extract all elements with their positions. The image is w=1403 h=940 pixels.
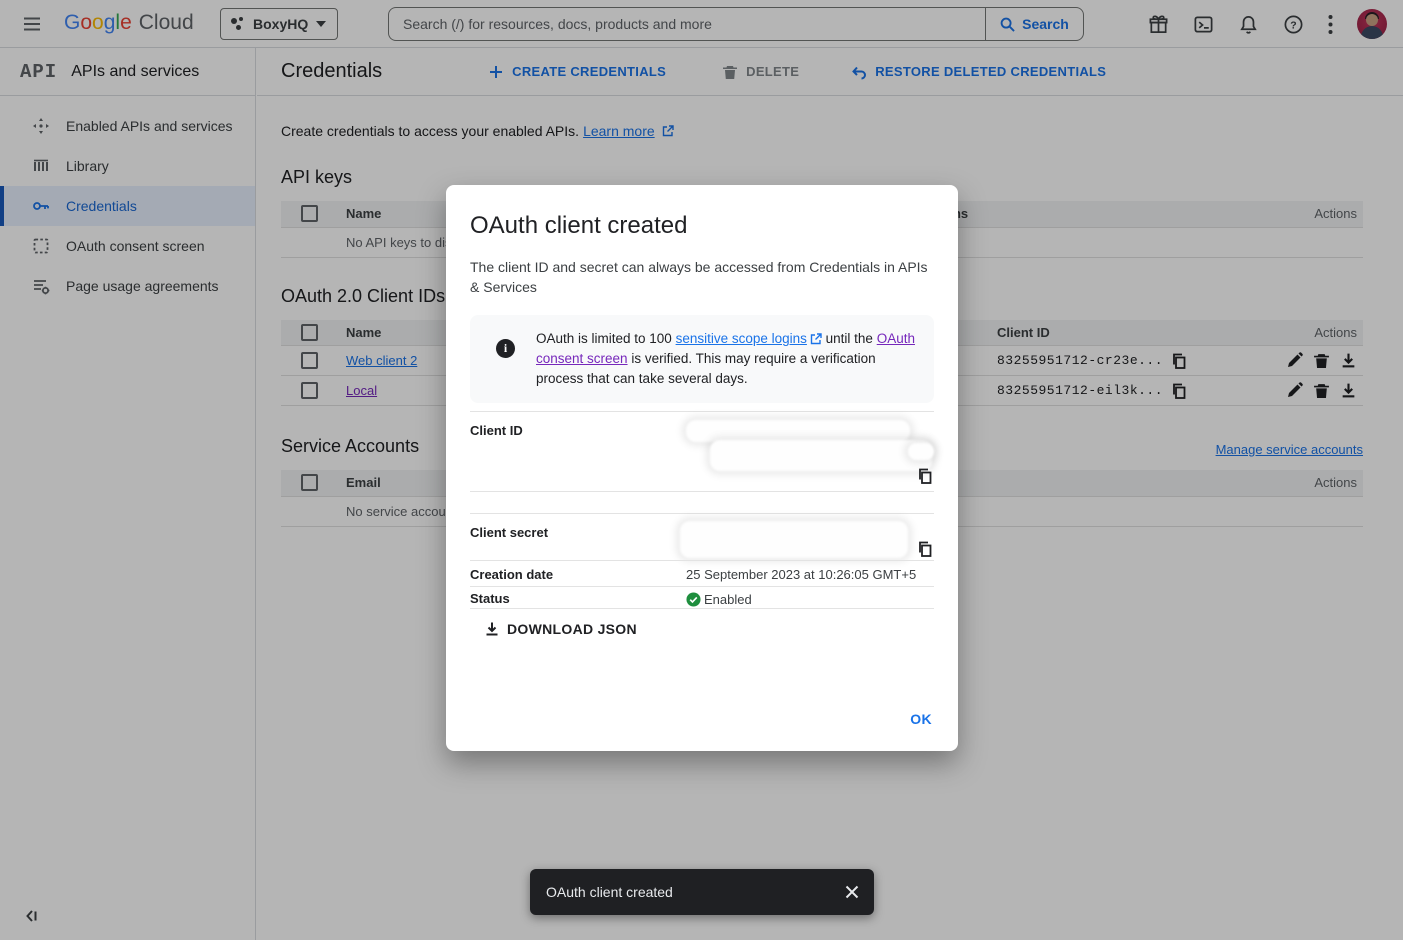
client-secret-row: Client secret bbox=[470, 513, 934, 560]
client-secret-redacted bbox=[680, 521, 908, 558]
client-secret-label: Client secret bbox=[470, 514, 686, 560]
toast: OAuth client created bbox=[530, 869, 874, 915]
notice-mid: until the bbox=[822, 331, 877, 346]
oauth-client-created-dialog: OAuth client created The client ID and s… bbox=[446, 185, 958, 751]
client-id-redacted bbox=[686, 420, 910, 442]
creation-date-row: Creation date 25 September 2023 at 10:26… bbox=[470, 560, 934, 586]
ok-button[interactable]: OK bbox=[910, 711, 932, 727]
check-circle-icon bbox=[686, 592, 701, 607]
spacer-row bbox=[470, 491, 934, 513]
status-row: Status Enabled bbox=[470, 586, 934, 609]
dialog-subtitle: The client ID and secret can always be a… bbox=[470, 257, 934, 297]
status-label: Status bbox=[470, 587, 686, 608]
notice-pre: OAuth is limited to 100 bbox=[536, 331, 676, 346]
creation-date-value: 25 September 2023 at 10:26:05 GMT+5 bbox=[686, 561, 934, 586]
status-value: Enabled bbox=[704, 592, 752, 607]
dialog-fields: Client ID Client secret bbox=[470, 411, 934, 609]
notice-box: i OAuth is limited to 100 sensitive scop… bbox=[470, 315, 934, 403]
close-icon[interactable] bbox=[844, 884, 860, 900]
info-icon: i bbox=[496, 339, 515, 358]
client-id-redacted bbox=[710, 440, 932, 471]
sensitive-scope-logins-link[interactable]: sensitive scope logins bbox=[676, 331, 807, 346]
copy-client-id-icon[interactable] bbox=[917, 468, 933, 484]
client-id-row: Client ID bbox=[470, 411, 934, 491]
copy-client-secret-icon[interactable] bbox=[917, 541, 933, 557]
creation-date-label: Creation date bbox=[470, 561, 686, 586]
download-json-label: DOWNLOAD JSON bbox=[507, 621, 637, 637]
download-icon bbox=[484, 621, 500, 637]
external-link-icon bbox=[810, 333, 822, 345]
client-id-label: Client ID bbox=[470, 412, 686, 491]
download-json-button[interactable]: DOWNLOAD JSON bbox=[484, 621, 637, 637]
dialog-title: OAuth client created bbox=[470, 212, 934, 240]
client-id-redacted bbox=[908, 443, 934, 460]
google-cloud-console: Google Cloud BoxyHQ Search bbox=[0, 0, 1403, 940]
toast-message: OAuth client created bbox=[546, 884, 844, 900]
notice-text: OAuth is limited to 100 sensitive scope … bbox=[536, 329, 918, 389]
